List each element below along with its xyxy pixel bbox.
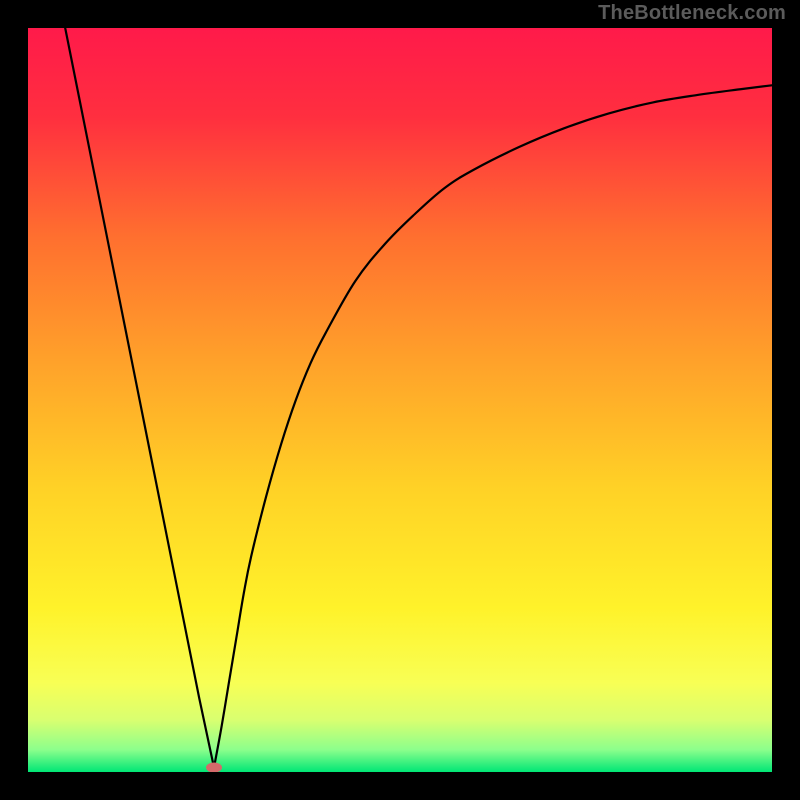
plot-area [28,28,772,772]
chart-frame: TheBottleneck.com [0,0,800,800]
chart-svg [28,28,772,772]
watermark-text: TheBottleneck.com [598,2,786,25]
